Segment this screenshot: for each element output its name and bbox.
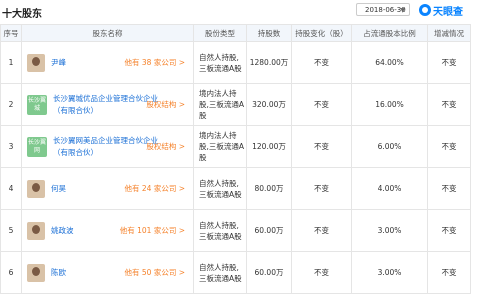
tianyancha-logo-icon xyxy=(419,4,431,16)
float-ratio: 3.00% xyxy=(351,251,428,294)
share-type: 境内法人持股,三板流通A股 xyxy=(193,125,247,168)
share-change: 不变 xyxy=(291,167,352,210)
shares-held: 80.00万 xyxy=(246,167,292,210)
row-number: 3 xyxy=(0,125,22,168)
brand-name: 天眼查 xyxy=(433,6,463,18)
col-header: 占流通股本比例 xyxy=(351,24,428,42)
chevron-down-icon: ▼ xyxy=(400,7,405,14)
float-ratio: 6.00% xyxy=(351,125,428,168)
section-title: 十大股东 xyxy=(2,9,42,20)
share-change: 不变 xyxy=(291,209,352,252)
trend: 不变 xyxy=(427,83,471,126)
share-type: 自然人持股,三板流通A股 xyxy=(193,251,247,294)
shares-held: 320.00万 xyxy=(246,83,292,126)
float-ratio: 64.00% xyxy=(351,41,428,84)
col-header: 增减情况 xyxy=(427,24,471,42)
share-change: 不变 xyxy=(291,83,352,126)
share-change: 不变 xyxy=(291,251,352,294)
float-ratio: 16.00% xyxy=(351,83,428,126)
brand-logo[interactable]: 天眼查 xyxy=(419,2,463,18)
avatar xyxy=(27,53,45,72)
avatar xyxy=(27,263,45,282)
equity-structure-link[interactable]: 股权结构 > xyxy=(146,84,185,125)
companies-link[interactable]: 他有 101 家公司 > xyxy=(120,210,185,251)
col-header: 序号 xyxy=(0,24,22,42)
share-type: 境内法人持股,三板流通A股 xyxy=(193,83,247,126)
header: 十大股东 2018-06-30 ▼ 天眼查 xyxy=(0,0,480,22)
share-type: 自然人持股,三板流通A股 xyxy=(193,41,247,84)
shares-held: 60.00万 xyxy=(246,251,292,294)
shares-held: 120.00万 xyxy=(246,125,292,168)
equity-structure-link[interactable]: 股权结构 > xyxy=(146,126,185,167)
share-change: 不变 xyxy=(291,125,352,168)
holder-name-link[interactable]: 长沙翼城优品企业管理合伙企业（有限合伙） xyxy=(53,93,161,117)
col-header: 持股数 xyxy=(246,24,292,42)
float-ratio: 4.00% xyxy=(351,167,428,210)
trend: 不变 xyxy=(427,167,471,210)
avatar: 长沙翼网 xyxy=(27,136,47,157)
date-select[interactable]: 2018-06-30 ▼ xyxy=(356,3,410,16)
row-number: 1 xyxy=(0,41,22,84)
float-ratio: 3.00% xyxy=(351,209,428,252)
row-number: 2 xyxy=(0,83,22,126)
table-row: 4 何昊 他有 24 家公司 > 自然人持股,三板流通A股 80.00万 不变 … xyxy=(0,167,471,210)
row-number: 4 xyxy=(0,167,22,210)
col-header: 股东名称 xyxy=(21,24,194,42)
shares-held: 1280.00万 xyxy=(246,41,292,84)
trend: 不变 xyxy=(427,125,471,168)
avatar xyxy=(27,179,45,198)
trend: 不变 xyxy=(427,251,471,294)
trend: 不变 xyxy=(427,41,471,84)
table-row: 2 长沙翼城 长沙翼城优品企业管理合伙企业（有限合伙） 股权结构 > 境内法人持… xyxy=(0,83,471,126)
holder-name-link[interactable]: 姚政波 xyxy=(51,225,74,236)
col-header: 持股变化（股） xyxy=(291,24,352,42)
holder-name-link[interactable]: 陈欧 xyxy=(51,267,66,278)
shareholders-table: 序号 股东名称 股份类型 持股数 持股变化（股） 占流通股本比例 增减情况 1 … xyxy=(0,24,471,294)
companies-link[interactable]: 他有 50 家公司 > xyxy=(125,252,185,293)
companies-link[interactable]: 他有 38 家公司 > xyxy=(125,42,185,83)
share-change: 不变 xyxy=(291,41,352,84)
holder-name-link[interactable]: 何昊 xyxy=(51,183,66,194)
row-number: 6 xyxy=(0,251,22,294)
holder-name-link[interactable]: 尹峰 xyxy=(51,57,66,68)
table-row: 6 陈欧 他有 50 家公司 > 自然人持股,三板流通A股 60.00万 不变 … xyxy=(0,251,471,294)
companies-link[interactable]: 他有 24 家公司 > xyxy=(125,168,185,209)
table-row: 1 尹峰 他有 38 家公司 > 自然人持股,三板流通A股 1280.00万 不… xyxy=(0,41,471,84)
avatar: 长沙翼城 xyxy=(27,94,47,115)
avatar xyxy=(27,221,45,240)
table-row: 3 长沙翼网 长沙翼网美品企业管理合伙企业（有限合伙） 股权结构 > 境内法人持… xyxy=(0,125,471,168)
share-type: 自然人持股,三板流通A股 xyxy=(193,167,247,210)
table-row: 5 姚政波 他有 101 家公司 > 自然人持股,三板流通A股 60.00万 不… xyxy=(0,209,471,252)
share-type: 自然人持股,三板流通A股 xyxy=(193,209,247,252)
row-number: 5 xyxy=(0,209,22,252)
trend: 不变 xyxy=(427,209,471,252)
table-header-row: 序号 股东名称 股份类型 持股数 持股变化（股） 占流通股本比例 增减情况 xyxy=(0,24,471,42)
col-header: 股份类型 xyxy=(193,24,247,42)
holder-name-link[interactable]: 长沙翼网美品企业管理合伙企业（有限合伙） xyxy=(53,135,161,159)
shares-held: 60.00万 xyxy=(246,209,292,252)
